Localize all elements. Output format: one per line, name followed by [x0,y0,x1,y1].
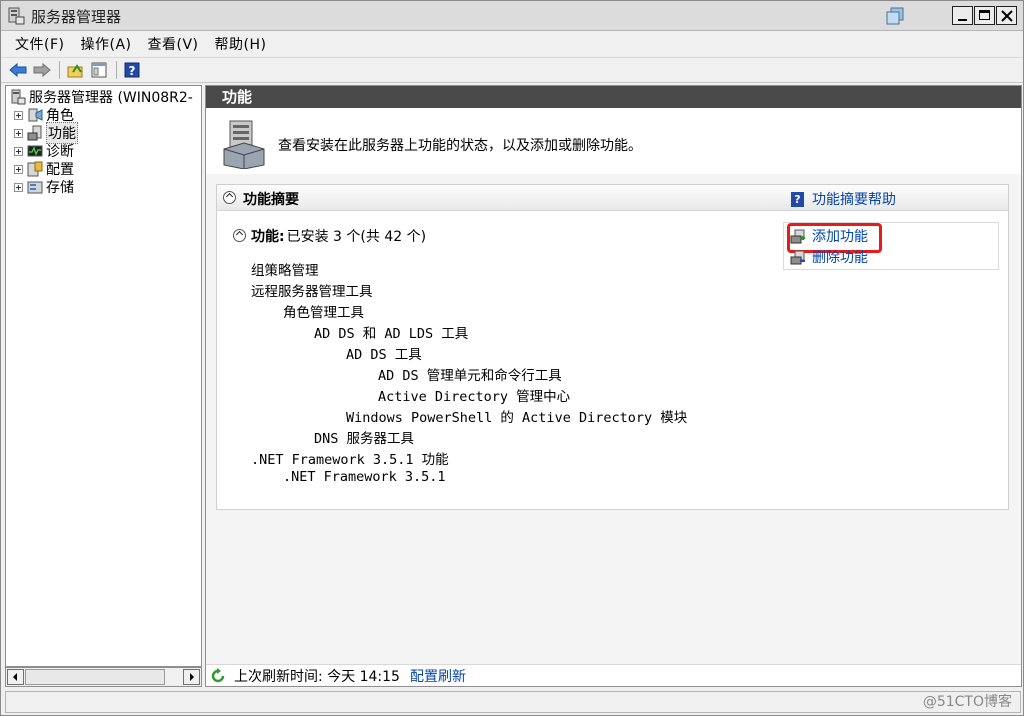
tree-item-diagnostics[interactable]: 诊断 [14,142,74,160]
back-button[interactable] [7,60,29,80]
status-bar: @51CTO博客 [5,691,1021,713]
window-title: 服务器管理器 [31,8,122,26]
features-summary-section: 功能摘要 ? 功能摘要帮助 功能: 已安装 3 个(共 42 个) 添加功能 删… [216,184,1009,510]
pane-title: 功能 [206,86,1021,108]
refresh-icon [211,667,225,682]
tree-item-label: 存储 [46,180,74,196]
scroll-left-button[interactable] [7,669,24,685]
watermark: @51CTO博客 [922,694,1012,710]
feature-list-item: Active Directory 管理中心 [378,389,571,405]
features-subheader: 功能: 已安装 3 个(共 42 个) [233,226,426,246]
close-icon [1001,10,1013,22]
summary-header: 功能摘要 ? 功能摘要帮助 [217,185,1008,211]
console-tree-icon [91,62,107,78]
refresh-status-bar: 上次刷新时间: 今天 14:15 配置刷新 [206,664,1021,686]
diagnostics-icon [27,145,43,157]
tree-item-storage[interactable]: 存储 [14,178,74,196]
menu-view[interactable]: 查看(V) [140,34,207,54]
feature-list-item: AD DS 工具 [346,347,422,363]
maximize-button[interactable] [974,6,995,25]
feature-list-item: .NET Framework 3.5.1 [283,469,446,485]
configuration-icon [27,161,43,177]
summary-title: 功能摘要 [243,192,299,208]
feature-list-item: .NET Framework 3.5.1 功能 [251,452,449,468]
expand-toggle[interactable] [14,110,23,120]
tree-item-label: 诊断 [46,144,74,160]
feature-list-item: 角色管理工具 [283,305,364,321]
expand-toggle[interactable] [14,182,23,192]
minimize-button[interactable] [952,6,973,25]
feature-list-item: AD DS 和 AD LDS 工具 [314,326,469,342]
forward-button[interactable] [31,60,53,80]
up-level-button[interactable] [64,60,86,80]
remove-features-link[interactable]: 删除功能 [790,247,868,267]
menu-bar: 文件(F) 操作(A) 查看(V) 帮助(H) [1,32,1023,56]
scroll-thumb[interactable] [25,669,165,685]
title-bar: 服务器管理器 [1,1,1023,31]
summary-help-label: 功能摘要帮助 [812,192,896,208]
folder-up-icon [67,64,83,78]
roles-icon [28,108,43,122]
menu-file[interactable]: 文件(F) [7,34,72,54]
forward-arrow-icon [33,63,51,77]
arrow-left-icon [13,673,17,681]
show-hide-tree-button[interactable] [88,60,110,80]
server-manager-icon [8,7,25,25]
expand-toggle[interactable] [14,146,23,156]
feature-list-item: Windows PowerShell 的 Active Directory 模块 [346,410,688,426]
feature-list-item: 组策略管理 [251,263,319,279]
restore-window-icon[interactable] [885,7,907,25]
configure-refresh-link[interactable]: 配置刷新 [410,666,466,686]
expand-toggle[interactable] [14,164,23,174]
collapse-features-button[interactable] [233,229,246,242]
server-manager-window: 服务器管理器 文件(F) 操作(A) 查看(V) 帮助(H) ? 服务器管理器 … [0,0,1024,716]
help-icon: ? [791,191,804,207]
remove-features-label: 删除功能 [812,250,868,266]
summary-help-link[interactable]: ? 功能摘要帮助 [791,189,896,209]
console-tree: 服务器管理器 (WIN08R2- 角色 功能 诊断 配置 存储 [5,85,202,667]
last-refresh-text: 上次刷新时间: 今天 14:15 [234,668,400,685]
features-large-icon [223,120,265,169]
tree-item-configuration[interactable]: 配置 [14,160,74,178]
add-features-link[interactable]: 添加功能 [787,223,882,253]
menu-help[interactable]: 帮助(H) [207,34,275,54]
details-pane: 功能 查看安装在此服务器上功能的状态，以及添加或删除功能。 功能摘要 ? 功能摘… [205,85,1022,687]
tree-horizontal-scrollbar[interactable] [5,667,202,687]
arrow-right-icon [190,673,194,681]
feature-list-item: DNS 服务器工具 [314,431,415,447]
content-area: 功能摘要 ? 功能摘要帮助 功能: 已安装 3 个(共 42 个) 添加功能 删… [206,174,1021,664]
collapse-summary-button[interactable] [223,191,236,204]
help-icon: ? [124,62,140,78]
tree-root-label: 服务器管理器 (WIN08R2- [29,90,193,106]
feature-list-item: AD DS 管理单元和命令行工具 [378,368,562,384]
toolbar-separator [116,61,117,79]
window-controls [951,6,1017,25]
menu-action[interactable]: 操作(A) [72,34,139,54]
storage-icon [27,181,43,194]
features-label: 功能: [251,229,285,245]
intro-area: 查看安装在此服务器上功能的状态，以及添加或删除功能。 [206,109,1021,173]
tree-root[interactable]: 服务器管理器 (WIN08R2- [10,88,193,106]
remove-feature-icon [790,250,805,264]
svg-text:?: ? [129,64,136,78]
intro-description: 查看安装在此服务器上功能的状态，以及添加或删除功能。 [278,138,642,154]
expand-toggle[interactable] [14,128,23,138]
features-icon [27,125,42,141]
close-button[interactable] [996,6,1017,25]
scroll-right-button[interactable] [183,669,200,685]
help-button[interactable]: ? [121,60,143,80]
toolbar: ? [1,57,1023,83]
feature-list-item: 远程服务器管理工具 [251,284,373,300]
tree-item-features[interactable]: 功能 [14,122,78,144]
features-count: 已安装 3 个(共 42 个) [286,229,427,245]
tree-item-label: 配置 [46,162,74,178]
feature-tasks: 添加功能 删除功能 [783,222,999,270]
toolbar-separator [59,61,60,79]
server-manager-icon [11,89,26,105]
back-arrow-icon [9,63,27,77]
